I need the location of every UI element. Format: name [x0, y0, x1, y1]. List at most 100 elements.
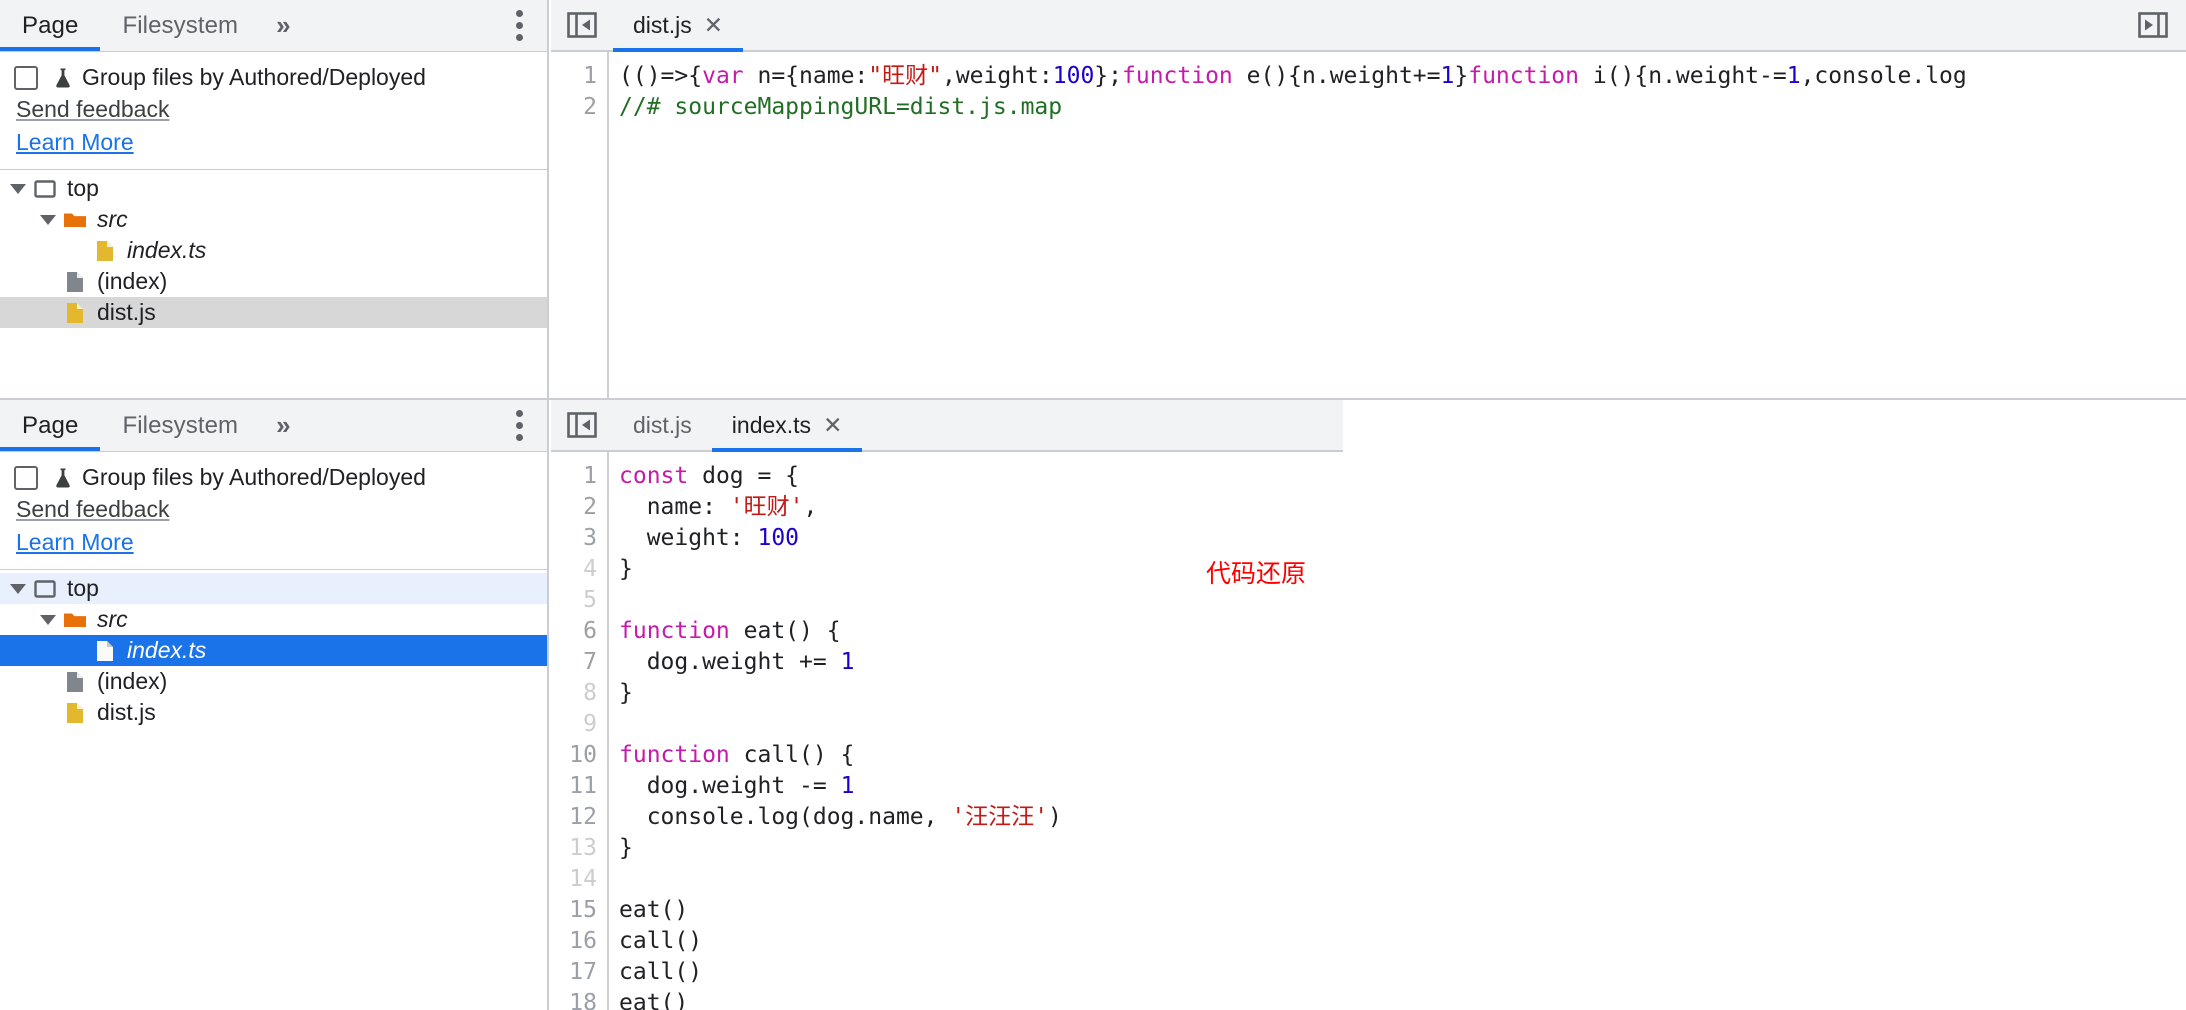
group-files-checkbox[interactable] [14, 65, 38, 90]
file-yellow-icon [62, 700, 88, 726]
tree-item-label: dist.js [97, 299, 156, 325]
nav-more-tabs-icon[interactable]: » [260, 0, 304, 51]
show-navigator-icon[interactable] [551, 0, 613, 50]
line-number: 11 [569, 773, 597, 799]
code-line: name: '旺财', [619, 492, 2186, 523]
code-area-bottom[interactable]: 1 2 3 4 5 6 7 8 9 10 11 12 13 14 15 16 17 18 const dog = {… [551, 452, 2186, 1010]
tree-item-top[interactable]: top [0, 173, 547, 204]
code-line: dog.weight += 1 [619, 647, 2186, 678]
navigator-tabbar-top: Page Filesystem» [0, 0, 547, 52]
line-number: 16 [569, 928, 597, 954]
line-number-gutter-bottom: 1 2 3 4 5 6 7 8 9 10 11 12 13 14 15 16 17 18 [551, 452, 609, 1010]
code-token: dog.weight -= [619, 773, 841, 799]
code-token: ,console.log [1800, 63, 1967, 89]
group-files-row[interactable]: Group files by Authored/Deployed [0, 62, 547, 93]
editor-tab-distjs[interactable]: dist.js ✕ [613, 0, 744, 52]
code-token: dog.weight += [619, 649, 841, 675]
code-line: } [619, 678, 2186, 709]
line-number: 9 [583, 711, 597, 737]
code-area-top[interactable]: 1 2 (()=>{var n={name:"旺财",weight:100};fun… [551, 52, 2186, 400]
navigator-bottom: Page Filesystem» Group files by Authored/D… [0, 400, 549, 1010]
send-feedback-link[interactable]: Send feedback [0, 93, 547, 126]
code-line: console.log(dog.name, '汪汪汪') [619, 802, 2186, 833]
tree-item-top[interactable]: top [0, 573, 547, 604]
line-number: 4 [583, 556, 597, 582]
editor-tab-distjs[interactable]: dist.js [613, 400, 712, 450]
tree-item-index[interactable]: (index) [0, 666, 547, 697]
code-token: var [702, 63, 744, 89]
code-token: 1 [840, 649, 855, 675]
code-lines-bottom: const dog = { name: '旺财', weight: 100} f… [609, 452, 2186, 1010]
code-token: i(){n.weight-= [1579, 63, 1787, 89]
editor-tab-label: dist.js [633, 11, 692, 38]
tree-item-indexts[interactable]: index.ts [0, 635, 547, 666]
nav-more-tabs-icon[interactable]: » [260, 400, 304, 451]
code-token: ) [1048, 804, 1062, 830]
tree-item-label: src [97, 206, 128, 232]
learn-more-link[interactable]: Learn More [0, 526, 547, 559]
line-number: 6 [583, 618, 597, 644]
navigator-tabbar-bottom: Page Filesystem» [0, 400, 547, 452]
close-icon[interactable]: ✕ [823, 413, 842, 437]
line-number: 3 [583, 525, 597, 551]
code-line: dog.weight -= 1 [619, 771, 2186, 802]
tree-item-indexts[interactable]: index.ts [0, 235, 547, 266]
close-icon[interactable]: ✕ [704, 13, 723, 37]
line-number: 14 [569, 866, 597, 892]
code-token: function [1122, 63, 1233, 89]
code-token: //# sourceMappingURL=dist.js.map [619, 94, 1063, 120]
code-token: (()=>{ [619, 63, 703, 89]
show-debugger-icon[interactable] [2138, 0, 2186, 50]
code-token: e(){n.weight+= [1232, 63, 1441, 89]
file-yellow-icon [92, 238, 118, 264]
code-token: function [1468, 63, 1579, 89]
source-editor-bottom: dist.js index.ts ✕ 1 2 3 4 5 6 7 8 9 10 11 12 13 14 15 16 1… [551, 400, 2186, 1010]
frame-icon [32, 576, 58, 602]
send-feedback-link[interactable]: Send feedback [0, 493, 547, 526]
editor-tab-indexts[interactable]: index.ts ✕ [711, 400, 863, 452]
more-vertical-icon[interactable] [491, 400, 547, 451]
code-line: //# sourceMappingURL=dist.js.map [619, 92, 2186, 123]
devtools-sources-panel: Page Filesystem» Group files by Authored/D… [0, 0, 2186, 1010]
navigator-top: Page Filesystem» Group files by Authored/D… [0, 0, 549, 400]
nav-tab-page[interactable]: Page [0, 0, 101, 51]
nav-tab-filesystem[interactable]: Filesystem [100, 400, 260, 451]
code-token: 100 [757, 525, 800, 551]
code-line: eat() [619, 895, 2186, 926]
code-line: call() [619, 926, 2186, 957]
learn-more-link[interactable]: Learn More [0, 126, 547, 159]
tree-item-distjs[interactable]: dist.js [0, 697, 547, 728]
code-token: name: [619, 494, 730, 520]
code-line: const dog = { [619, 461, 2186, 492]
nav-tab-page[interactable]: Page [0, 400, 101, 451]
code-token: eat() { [729, 618, 841, 644]
tree-item-src[interactable]: src [0, 604, 547, 635]
tree-item-src[interactable]: src [0, 204, 547, 235]
code-token: 1 [1786, 63, 1801, 89]
editor-pane-bottom: Page Filesystem» Group files by Authored/D… [0, 400, 2186, 1010]
group-files-label: Group files by Authored/Deployed [82, 64, 426, 90]
code-token: 1 [840, 773, 855, 799]
file-tree-bottom: top src index.ts (index) dist.js [0, 570, 547, 728]
code-annotation: 代码还原 [1206, 559, 1307, 588]
tree-item-index[interactable]: (index) [0, 266, 547, 297]
flask-icon [51, 66, 75, 90]
group-files-row[interactable]: Group files by Authored/Deployed [0, 462, 547, 493]
folder-icon [62, 607, 88, 633]
code-token: '旺财' [729, 494, 804, 520]
more-vertical-icon[interactable] [491, 0, 547, 51]
code-token: 100 [1052, 63, 1095, 89]
tree-item-distjs[interactable]: dist.js [0, 297, 547, 328]
frame-icon [32, 176, 58, 202]
file-grey-icon [62, 669, 88, 695]
editor-tabbar-bottom: dist.js index.ts ✕ [551, 400, 1343, 452]
code-token: "旺财" [868, 63, 942, 89]
group-files-checkbox[interactable] [14, 465, 38, 490]
show-navigator-icon[interactable] [551, 400, 613, 450]
code-line: } [619, 833, 2186, 864]
nav-tab-filesystem[interactable]: Filesystem [100, 0, 260, 51]
line-number: 17 [569, 959, 597, 985]
